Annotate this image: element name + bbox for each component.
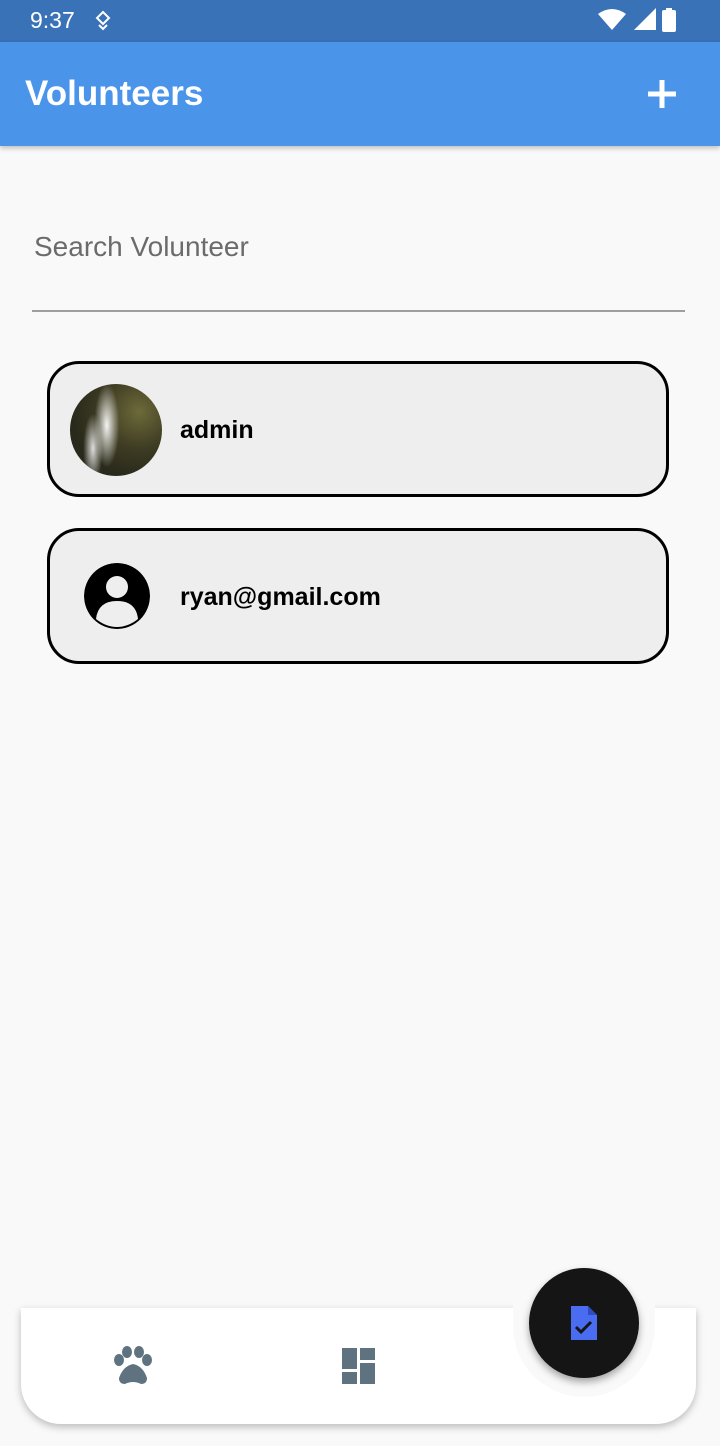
- volunteer-name: admin: [180, 416, 254, 444]
- tasks-fab-button[interactable]: [529, 1268, 639, 1378]
- data-saver-icon: [94, 10, 112, 37]
- app-bar: Volunteers: [0, 42, 720, 146]
- avatar: [70, 384, 162, 476]
- search-input[interactable]: [32, 226, 676, 268]
- nav-item-dashboard[interactable]: [332, 1340, 384, 1392]
- signal-icon: [632, 8, 656, 37]
- person-icon: [84, 563, 150, 629]
- volunteer-card[interactable]: admin: [47, 361, 669, 497]
- task-document-icon: [571, 1306, 597, 1340]
- add-volunteer-button[interactable]: [642, 74, 682, 114]
- page-title: Volunteers: [25, 74, 204, 113]
- status-time: 9:37: [30, 7, 75, 33]
- volunteer-card[interactable]: ryan@gmail.com: [47, 528, 669, 664]
- paw-icon: [114, 1346, 152, 1384]
- battery-icon: [662, 8, 676, 37]
- status-icons: [598, 8, 676, 37]
- dashboard-icon: [342, 1348, 375, 1384]
- search-field: [32, 200, 685, 312]
- wifi-icon: [598, 8, 626, 37]
- nav-item-pets[interactable]: [107, 1340, 159, 1392]
- add-icon: [648, 80, 676, 108]
- volunteer-name: ryan@gmail.com: [180, 583, 381, 611]
- status-bar: 9:37: [0, 0, 720, 42]
